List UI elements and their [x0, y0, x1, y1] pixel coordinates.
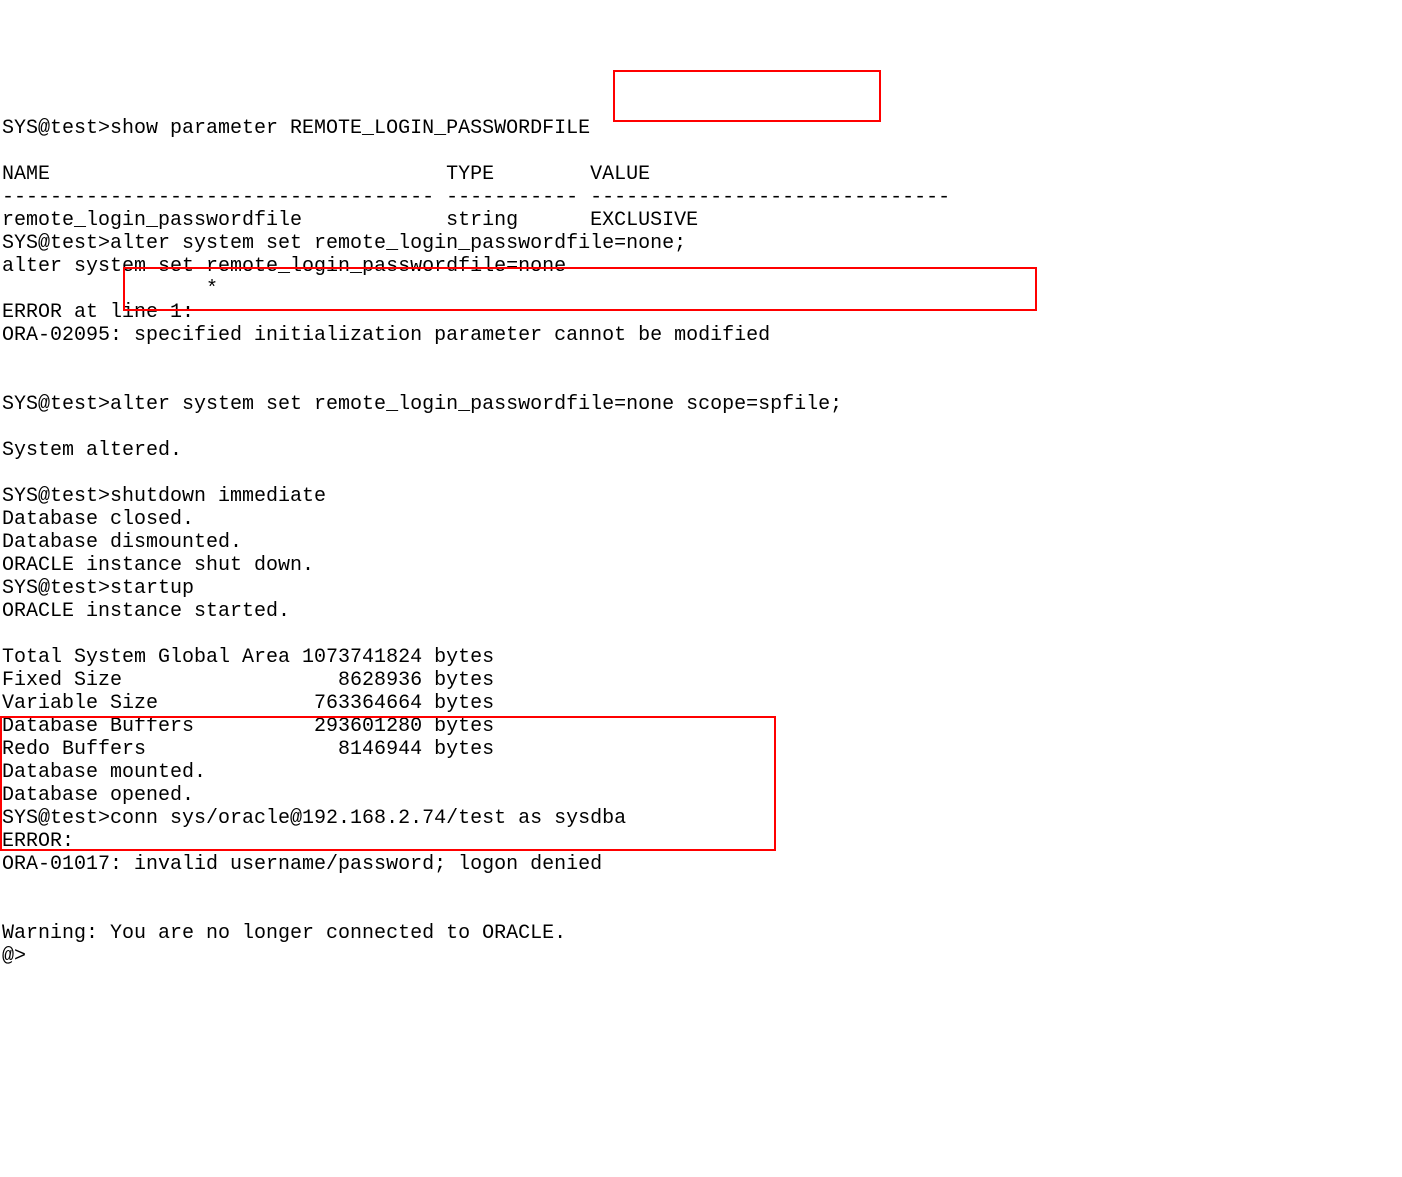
terminal-line: Database closed. [2, 508, 194, 531]
terminal-line: Database opened. [2, 784, 194, 807]
terminal-line: Database mounted. [2, 761, 206, 784]
terminal-line: remote_login_passwordfile string EXCLUSI… [2, 209, 698, 232]
terminal-line: ------------------------------------ ---… [2, 186, 950, 209]
terminal-line: ORACLE instance started. [2, 600, 290, 623]
terminal-line: Database Buffers 293601280 bytes [2, 715, 494, 738]
terminal-line: ORA-01017: invalid username/password; lo… [2, 853, 602, 876]
terminal-line: SYS@test>alter system set remote_login_p… [2, 232, 686, 255]
terminal-line: ERROR at line 1: [2, 301, 194, 324]
terminal-line: SYS@test>startup [2, 577, 194, 600]
terminal-line: Fixed Size 8628936 bytes [2, 669, 494, 692]
terminal-line: Total System Global Area 1073741824 byte… [2, 646, 494, 669]
terminal-line: Redo Buffers 8146944 bytes [2, 738, 494, 761]
terminal-line: * [2, 278, 218, 301]
terminal-output: SYS@test>show parameter REMOTE_LOGIN_PAS… [0, 92, 1402, 970]
terminal-line: Warning: You are no longer connected to … [2, 922, 566, 945]
terminal-line: System altered. [2, 439, 182, 462]
terminal-line: @> [2, 945, 26, 968]
terminal-line: SYS@test>alter system set remote_login_p… [2, 393, 842, 416]
terminal-line: ORA-02095: specified initialization para… [2, 324, 770, 347]
terminal-line: SYS@test>conn sys/oracle@192.168.2.74/te… [2, 807, 626, 830]
terminal-line: Variable Size 763364664 bytes [2, 692, 494, 715]
terminal-line: ERROR: [2, 830, 74, 853]
terminal-line: SYS@test>shutdown immediate [2, 485, 326, 508]
terminal-line: alter system set remote_login_passwordfi… [2, 255, 566, 278]
terminal-line: SYS@test>show parameter REMOTE_LOGIN_PAS… [2, 117, 590, 140]
terminal-line: ORACLE instance shut down. [2, 554, 314, 577]
terminal-line: NAME TYPE VALUE [2, 163, 650, 186]
terminal-line: Database dismounted. [2, 531, 242, 554]
